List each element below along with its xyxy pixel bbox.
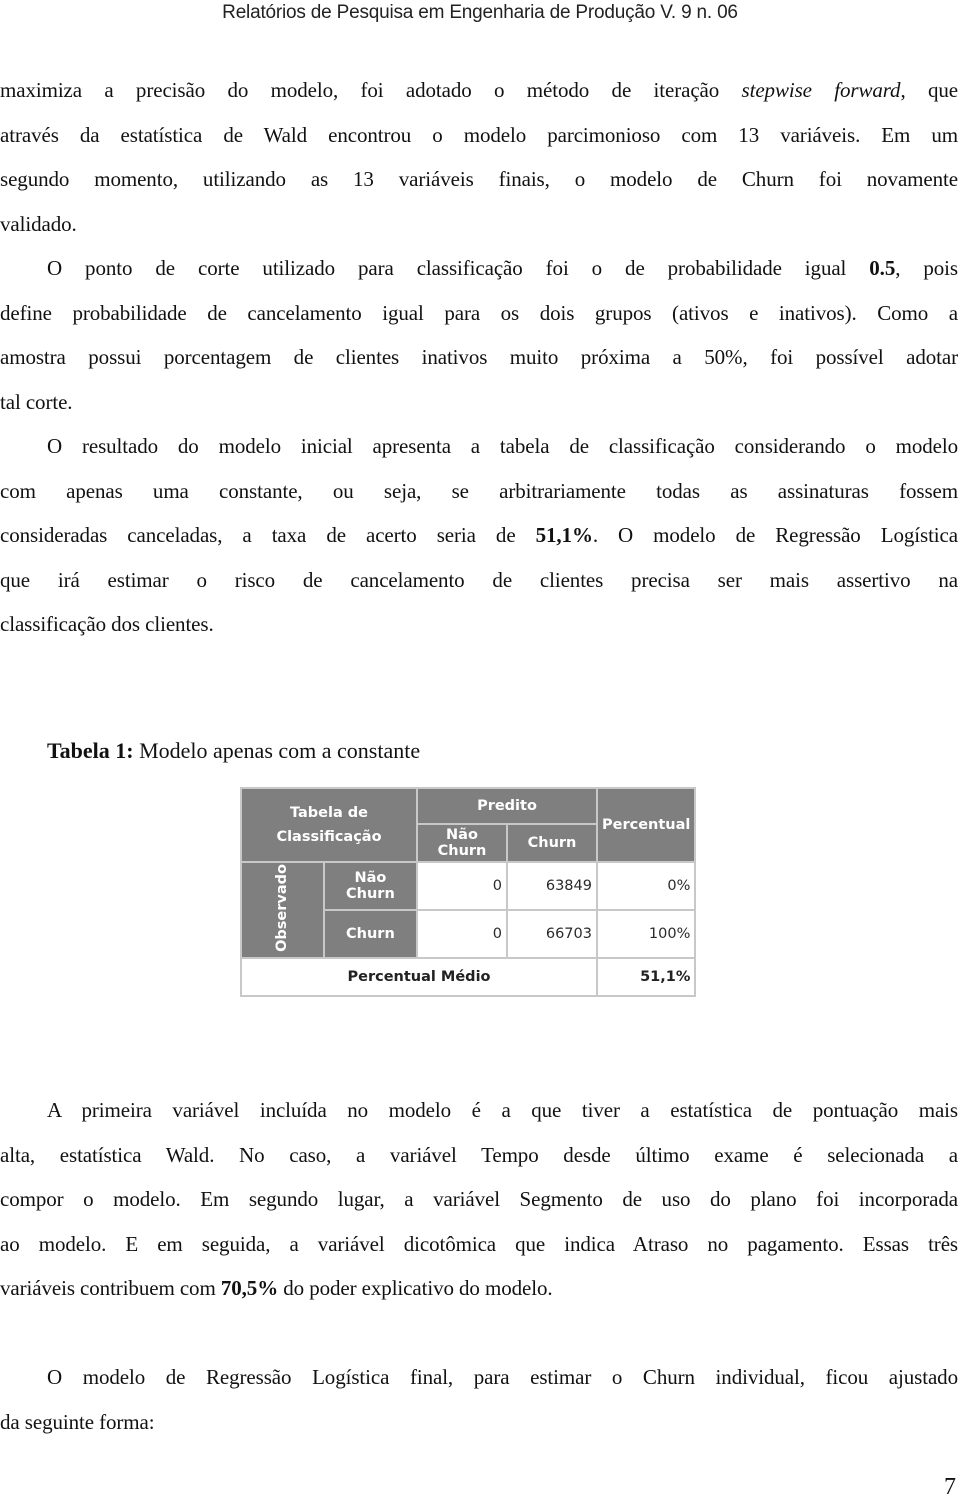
paragraph-4-line-2: alta, estatística Wald. No caso, a variá…	[0, 1142, 958, 1167]
italic-term: stepwise forward	[741, 78, 901, 102]
row-header-churn: Churn	[322, 909, 419, 959]
paragraph-1-line-4: validado.	[0, 211, 77, 236]
cell-churn-nao-churn: 0	[416, 909, 508, 959]
bold-value: 70,5%	[220, 1276, 279, 1300]
paragraph-5: O modelo de Regressão Logística final, p…	[0, 1355, 958, 1444]
text-segment: consideradas canceladas, a taxa de acert…	[0, 523, 536, 547]
text-segment: maximiza a precisão do modelo, foi adota…	[0, 78, 742, 102]
paragraph-3: O resultado do modelo inicial apresenta …	[0, 424, 958, 647]
table-corner-cell: Tabela de Classificação	[240, 787, 418, 863]
paragraph-2-line-3: amostra possui porcentagem de clientes i…	[0, 345, 958, 369]
cell-nao-churn-percent: 0%	[595, 861, 697, 911]
row-header-nao-churn: Não Churn	[322, 861, 419, 911]
paragraph-4-line-3: compor o modelo. Em segundo lugar, a var…	[0, 1187, 958, 1211]
observed-label: Observado	[274, 864, 291, 952]
paragraph-3-line-1: O resultado do modelo inicial apresenta …	[47, 434, 958, 458]
table-caption-text: Modelo apenas com a constante	[133, 738, 421, 763]
cell-nao-churn-nao-churn: 0	[416, 861, 508, 911]
paragraph-5-line-1: O modelo de Regressão Logística final, p…	[47, 1365, 958, 1389]
text-segment: O ponto de corte utilizado para classifi…	[47, 256, 870, 280]
observed-header: Observado	[240, 861, 325, 959]
paragraph-2-line-2: define probabilidade de cancelamento igu…	[0, 300, 958, 325]
text-segment: . O modelo de Regressão Logística	[592, 523, 958, 547]
column-header-nao-churn: Não Churn	[416, 823, 508, 863]
predicted-header: Predito	[416, 787, 598, 825]
paragraph-3-line-3: consideradas canceladas, a taxa de acert…	[0, 513, 958, 558]
cell-nao-churn-churn: 63849	[506, 861, 598, 911]
paragraph-1-line-3: segundo momento, utilizando as 13 variáv…	[0, 167, 958, 191]
bold-value: 0.5	[869, 256, 896, 280]
table-row: Observado Não Churn 0 63849 0%	[240, 861, 697, 959]
paragraph-1: maximiza a precisão do modelo, foi adota…	[0, 68, 958, 246]
paragraph-3-line-5: classificação dos clientes.	[0, 612, 214, 636]
footer-label: Percentual Médio	[240, 957, 598, 997]
paragraph-4-line-5: variáveis contribuem com 70,5% do poder …	[0, 1266, 958, 1311]
table-caption-label: Tabela 1:	[47, 738, 134, 763]
footer-value: 51,1%	[595, 957, 697, 997]
paragraph-3-line-2: com apenas uma constante, ou seja, se ar…	[0, 478, 958, 503]
table-header-row-1: Tabela de Classificação Predito Percentu…	[240, 787, 697, 863]
text-segment: do poder explicativo do modelo.	[278, 1276, 553, 1300]
cell-churn-churn: 66703	[506, 909, 598, 959]
paragraph-2-line-1: O ponto de corte utilizado para classifi…	[0, 246, 958, 291]
paragraph-4-line-4: ao modelo. E em seguida, a variável dico…	[0, 1231, 958, 1256]
percent-header: Percentual	[595, 787, 697, 863]
text-segment: variáveis contribuem com	[0, 1276, 221, 1300]
table-footer-row: Percentual Médio 51,1%	[240, 957, 697, 997]
paragraph-2: O ponto de corte utilizado para classifi…	[0, 246, 958, 424]
table-caption: Tabela 1: Modelo apenas com a constante	[47, 738, 420, 764]
page-number: 7	[944, 1474, 956, 1500]
bold-value: 51,1%	[535, 523, 593, 547]
running-header: Relatórios de Pesquisa em Engenharia de …	[222, 2, 738, 23]
cell-churn-percent: 100%	[595, 909, 697, 959]
paragraph-5-line-2: da seguinte forma:	[0, 1409, 155, 1434]
paragraph-3-line-4: que irá estimar o risco de cancelamento …	[0, 567, 958, 592]
paragraph-2-line-4: tal corte.	[0, 389, 73, 414]
paragraph-1-line-1: maximiza a precisão do modelo, foi adota…	[0, 68, 958, 113]
paragraph-4: A primeira variável incluída no modelo é…	[0, 1088, 958, 1311]
text-segment: , pois	[895, 256, 958, 280]
text-segment: , que	[900, 78, 958, 102]
classification-table: Tabela de Classificação Predito Percentu…	[240, 787, 697, 997]
column-header-churn: Churn	[506, 823, 598, 863]
paragraph-1-line-2: através da estatística de Wald encontrou…	[0, 122, 958, 147]
paragraph-4-line-1: A primeira variável incluída no modelo é…	[47, 1098, 958, 1122]
